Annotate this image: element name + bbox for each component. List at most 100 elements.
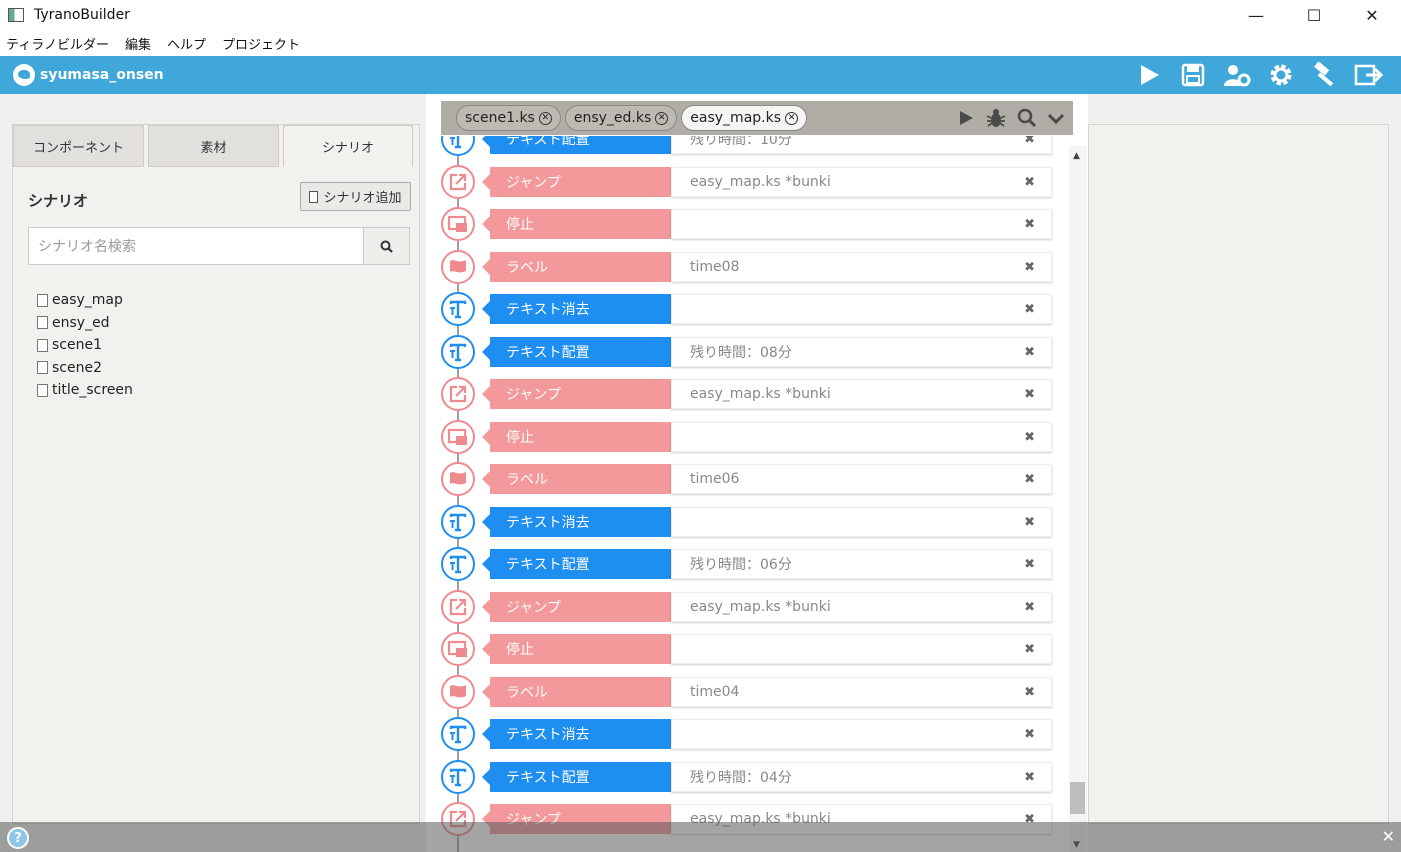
component-parameter[interactable]: 残り時間：08分 ✖	[671, 336, 1052, 367]
delete-icon[interactable]: ✖	[1024, 136, 1035, 147]
component-parameter[interactable]: 残り時間：06分 ✖	[671, 549, 1052, 579]
delete-icon[interactable]: ✖	[1024, 770, 1035, 785]
delete-icon[interactable]: ✖	[1024, 642, 1035, 657]
search-button[interactable]	[363, 227, 410, 265]
component-label[interactable]: ラベル	[482, 676, 671, 707]
component-label[interactable]: 停止	[482, 634, 671, 664]
delete-icon[interactable]: ✖	[1024, 260, 1035, 275]
delete-icon[interactable]: ✖	[1024, 515, 1035, 530]
component-row[interactable]: テキスト配置 残り時間：04分 ✖	[441, 759, 1053, 794]
close-tab-icon[interactable]: ✕	[538, 111, 552, 125]
file-item[interactable]: ensy_ed	[37, 312, 133, 335]
delete-icon[interactable]: ✖	[1024, 387, 1035, 402]
component-row[interactable]: ジャンプ easy_map.ks *bunki ✖	[441, 164, 1053, 199]
component-row[interactable]: ラベル time08 ✖	[441, 249, 1053, 284]
component-row[interactable]: ラベル time06 ✖	[441, 462, 1053, 496]
component-row[interactable]: テキスト配置 残り時間：10分 ✖	[441, 136, 1053, 156]
delete-icon[interactable]: ✖	[1024, 727, 1035, 742]
component-label[interactable]: ジャンプ	[482, 379, 671, 409]
component-label[interactable]: ラベル	[482, 464, 671, 494]
menu-edit[interactable]: 編集	[125, 34, 151, 53]
component-parameter[interactable]: ✖	[671, 719, 1052, 749]
delete-icon[interactable]: ✖	[1024, 217, 1035, 232]
component-parameter[interactable]: time06 ✖	[671, 464, 1052, 494]
component-row[interactable]: 停止 ✖	[441, 419, 1053, 454]
delete-icon[interactable]: ✖	[1024, 345, 1035, 360]
delete-icon[interactable]: ✖	[1024, 302, 1035, 317]
delete-icon[interactable]: ✖	[1024, 472, 1035, 487]
file-item[interactable]: scene1	[37, 334, 133, 357]
bottom-close-icon[interactable]: ✕	[1382, 827, 1395, 846]
file-item[interactable]: easy_map	[37, 289, 133, 312]
scrollbar-thumb[interactable]	[1070, 782, 1085, 814]
component-parameter[interactable]: time04 ✖	[671, 676, 1052, 707]
scroll-up-arrow-icon[interactable]: ▲	[1073, 151, 1080, 161]
component-row[interactable]: ラベル time04 ✖	[441, 674, 1053, 709]
component-parameter[interactable]: time08 ✖	[671, 251, 1052, 282]
component-parameter[interactable]: easy_map.ks *bunki ✖	[671, 379, 1052, 409]
file-tab-easy-map[interactable]: easy_map.ks ✕	[681, 105, 808, 131]
file-item[interactable]: title_screen	[37, 379, 133, 402]
menu-project[interactable]: プロジェクト	[222, 34, 300, 53]
close-button[interactable]: ✕	[1343, 0, 1401, 30]
close-tab-icon[interactable]: ✕	[655, 111, 669, 125]
add-scenario-button[interactable]: シナリオ追加	[300, 182, 411, 211]
tab-assets[interactable]: 素材	[148, 125, 279, 167]
editor-scrollbar[interactable]: ▲ ▼	[1069, 146, 1087, 852]
component-label[interactable]: ラベル	[482, 251, 671, 282]
component-label[interactable]: テキスト配置	[482, 761, 671, 792]
help-icon[interactable]: ?	[7, 827, 29, 849]
play-icon[interactable]	[957, 109, 975, 127]
component-label[interactable]: テキスト消去	[482, 719, 671, 749]
chevron-down-icon[interactable]	[1047, 109, 1065, 127]
delete-icon[interactable]: ✖	[1024, 430, 1035, 445]
component-parameter[interactable]: easy_map.ks *bunki ✖	[671, 591, 1052, 622]
component-label[interactable]: テキスト配置	[482, 336, 671, 367]
component-row[interactable]: テキスト消去 ✖	[441, 717, 1053, 751]
user-settings-icon[interactable]	[1215, 56, 1259, 94]
component-parameter[interactable]: easy_map.ks *bunki ✖	[671, 166, 1052, 197]
component-label[interactable]: テキスト配置	[482, 549, 671, 579]
file-tab-scene1[interactable]: scene1.ks ✕	[456, 105, 561, 131]
component-row[interactable]: 停止 ✖	[441, 207, 1053, 241]
menu-tyranobuilder[interactable]: ティラノビルダー	[6, 34, 109, 53]
gear-icon[interactable]	[1259, 56, 1303, 94]
component-label[interactable]: 停止	[482, 209, 671, 239]
file-tab-ensy-ed[interactable]: ensy_ed.ks ✕	[564, 105, 678, 131]
component-label[interactable]: テキスト消去	[482, 506, 671, 537]
tab-scenario[interactable]: シナリオ	[283, 125, 413, 167]
component-row[interactable]: テキスト配置 残り時間：08分 ✖	[441, 334, 1053, 369]
maximize-button[interactable]: ☐	[1285, 0, 1343, 30]
component-parameter[interactable]: 残り時間：10分 ✖	[671, 136, 1052, 154]
debug-bug-icon[interactable]	[985, 108, 1007, 128]
search-icon[interactable]	[1017, 108, 1037, 128]
delete-icon[interactable]: ✖	[1024, 557, 1035, 572]
component-label[interactable]: ジャンプ	[482, 591, 671, 622]
file-item[interactable]: scene2	[37, 357, 133, 380]
component-label[interactable]: ジャンプ	[482, 166, 671, 197]
tab-components[interactable]: コンポーネント	[13, 125, 144, 167]
component-parameter[interactable]: ✖	[671, 506, 1052, 537]
component-row[interactable]: ジャンプ easy_map.ks *bunki ✖	[441, 377, 1053, 411]
component-parameter[interactable]: ✖	[671, 634, 1052, 664]
export-icon[interactable]	[1347, 56, 1391, 94]
component-parameter[interactable]: ✖	[671, 209, 1052, 239]
delete-icon[interactable]: ✖	[1024, 600, 1035, 615]
component-row[interactable]: テキスト消去 ✖	[441, 504, 1053, 539]
component-row[interactable]: テキスト消去 ✖	[441, 292, 1053, 326]
component-parameter[interactable]: 残り時間：04分 ✖	[671, 761, 1052, 792]
component-row[interactable]: テキスト配置 残り時間：06分 ✖	[441, 547, 1053, 581]
play-icon[interactable]	[1127, 56, 1171, 94]
minimize-button[interactable]: —	[1227, 0, 1285, 30]
component-label[interactable]: テキスト配置	[482, 136, 671, 154]
save-icon[interactable]	[1171, 56, 1215, 94]
close-tab-icon[interactable]: ✕	[785, 111, 799, 125]
component-parameter[interactable]: ✖	[671, 421, 1052, 452]
component-label[interactable]: 停止	[482, 421, 671, 452]
component-row[interactable]: ジャンプ easy_map.ks *bunki ✖	[441, 589, 1053, 624]
scenario-search-input[interactable]: シナリオ名検索	[28, 227, 364, 265]
component-label[interactable]: テキスト消去	[482, 294, 671, 324]
menu-help[interactable]: ヘルプ	[167, 34, 206, 53]
delete-icon[interactable]: ✖	[1024, 685, 1035, 700]
component-parameter[interactable]: ✖	[671, 294, 1052, 324]
